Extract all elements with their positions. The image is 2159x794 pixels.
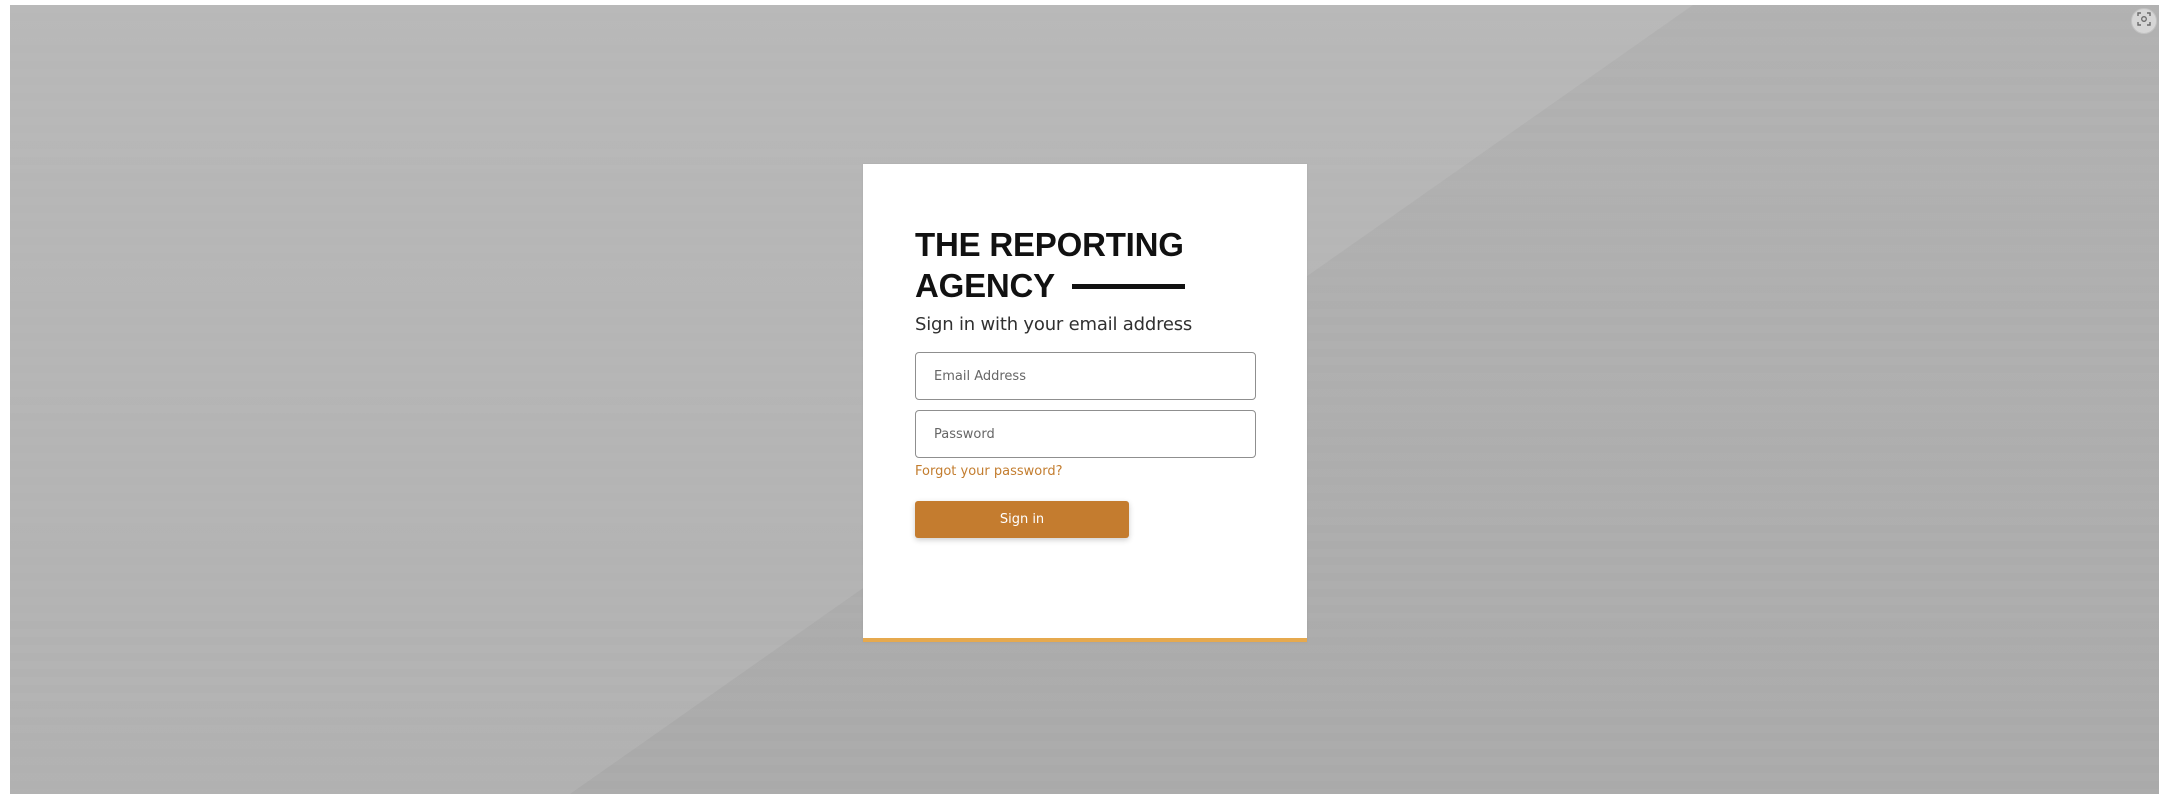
- screen-capture-button[interactable]: [2131, 8, 2157, 34]
- brand-logo-rule: [1072, 284, 1185, 289]
- forgot-password-link[interactable]: Forgot your password?: [915, 464, 1063, 479]
- password-field[interactable]: [915, 410, 1256, 458]
- brand-logo-line1: THE REPORTING: [915, 226, 1184, 263]
- brand-logo: THE REPORTING AGENCY: [915, 224, 1205, 306]
- sign-in-button[interactable]: Sign in: [915, 501, 1129, 538]
- screen-capture-icon: [2137, 11, 2151, 31]
- signin-heading: Sign in with your email address: [915, 314, 1193, 335]
- brand-logo-line2: AGENCY: [915, 267, 1055, 304]
- email-field[interactable]: [915, 352, 1256, 400]
- brand-logo-line2-row: AGENCY: [915, 265, 1205, 306]
- login-card: THE REPORTING AGENCY Sign in with your e…: [863, 164, 1307, 642]
